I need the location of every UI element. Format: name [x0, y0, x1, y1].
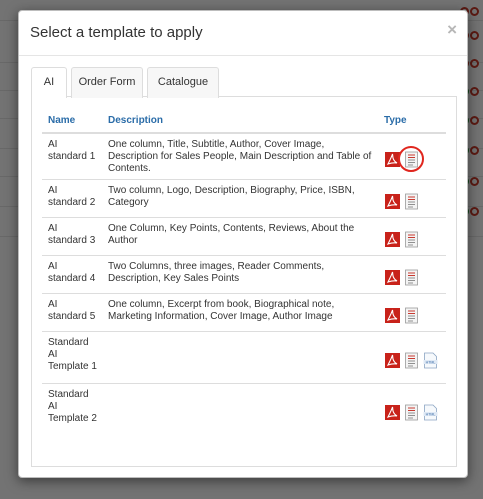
- tab-order-form[interactable]: Order Form: [71, 67, 143, 98]
- template-type-icons: [378, 255, 446, 294]
- template-type-icons: HTML: [378, 383, 446, 436]
- template-icon[interactable]: [403, 193, 420, 210]
- pdf-icon[interactable]: [384, 193, 401, 210]
- modal-title: Select a template to apply: [30, 24, 203, 41]
- template-icon[interactable]: [403, 404, 420, 421]
- column-header-type: Type: [378, 109, 446, 134]
- template-description: One column, Title, Subtitle, Author, Cov…: [102, 132, 378, 180]
- template-type-icons: [378, 217, 446, 256]
- template-name: AI standard 5: [42, 293, 102, 332]
- close-icon[interactable]: ×: [447, 20, 457, 40]
- pdf-icon[interactable]: [384, 307, 401, 324]
- template-name: AI standard 1: [42, 132, 102, 180]
- table-row[interactable]: AI standard 5 One column, Excerpt from bo…: [42, 293, 446, 332]
- pdf-icon[interactable]: [384, 231, 401, 248]
- html-icon-label: HTML: [426, 360, 436, 364]
- tab-panel-ai: Name Description Type AI standard 1 One c…: [31, 97, 457, 467]
- table-row[interactable]: AI standard 4 Two Columns, three images, …: [42, 255, 446, 294]
- template-name: Standard AI Template 2: [42, 383, 102, 436]
- pdf-icon[interactable]: [384, 352, 401, 369]
- table-row[interactable]: AI standard 1 One column, Title, Subtitle…: [42, 132, 446, 180]
- template-description: [102, 383, 378, 436]
- template-description: One column, Excerpt from book, Biographi…: [102, 293, 378, 332]
- pdf-icon[interactable]: [384, 269, 401, 286]
- template-type-icons: HTML: [378, 331, 446, 384]
- pdf-icon[interactable]: [384, 404, 401, 421]
- template-icon[interactable]: [403, 307, 420, 324]
- template-icon[interactable]: [403, 269, 420, 286]
- html-icon[interactable]: HTML: [422, 404, 439, 421]
- modal-header: Select a template to apply ×: [19, 11, 467, 56]
- column-header-name: Name: [42, 109, 102, 134]
- template-type-icons: [378, 132, 446, 180]
- template-description: Two Columns, three images, Reader Commen…: [102, 255, 378, 294]
- template-description: One Column, Key Points, Contents, Review…: [102, 217, 378, 256]
- table-row[interactable]: Standard AI Template 1 HTML: [42, 331, 446, 384]
- html-icon-label: HTML: [426, 413, 436, 417]
- template-icon[interactable]: [403, 231, 420, 248]
- table-row[interactable]: AI standard 3 One Column, Key Points, Con…: [42, 217, 446, 256]
- table-row[interactable]: AI standard 2 Two column, Logo, Descripti…: [42, 179, 446, 218]
- template-type-icons: [378, 293, 446, 332]
- table-row[interactable]: Standard AI Template 2 HTML: [42, 383, 446, 436]
- template-name: AI standard 3: [42, 217, 102, 256]
- template-name: Standard AI Template 1: [42, 331, 102, 384]
- template-icon[interactable]: [398, 146, 424, 172]
- template-description: Two column, Logo, Description, Biography…: [102, 179, 378, 218]
- html-icon[interactable]: HTML: [422, 352, 439, 369]
- template-tabs: AI Order Form Catalogue: [31, 67, 457, 98]
- template-name: AI standard 2: [42, 179, 102, 218]
- templates-table: Name Description Type AI standard 1 One c…: [42, 109, 446, 436]
- tab-catalogue[interactable]: Catalogue: [147, 67, 219, 98]
- template-type-icons: [378, 179, 446, 218]
- column-header-description: Description: [102, 109, 378, 134]
- template-description: [102, 331, 378, 384]
- template-modal: Select a template to apply × AI Order Fo…: [18, 10, 468, 478]
- highlight-circle: [398, 146, 424, 172]
- template-icon[interactable]: [403, 352, 420, 369]
- tab-ai[interactable]: AI: [31, 67, 67, 98]
- template-name: AI standard 4: [42, 255, 102, 294]
